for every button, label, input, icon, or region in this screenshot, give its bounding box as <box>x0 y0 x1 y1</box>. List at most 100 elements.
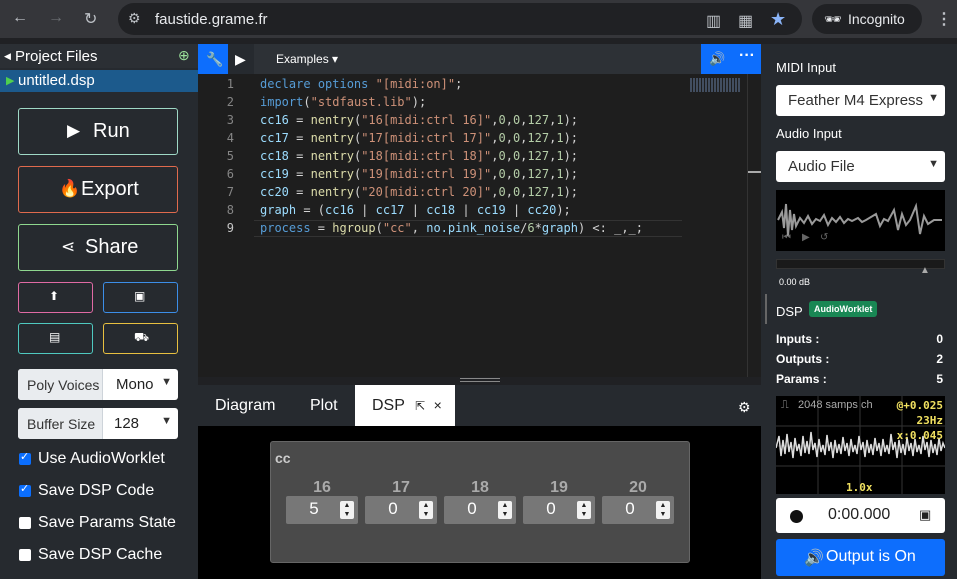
save-button[interactable]: ▣ <box>103 282 178 313</box>
editor-scrollbar[interactable] <box>747 74 761 377</box>
buffer-size-label: Buffer Size <box>18 408 103 439</box>
audioworklet-checkbox[interactable] <box>19 450 31 465</box>
splitter-handle[interactable] <box>460 378 500 382</box>
project-files-header[interactable]: ◀ Project Files ⊕ <box>0 44 198 68</box>
reader-icon[interactable]: ▥ <box>706 11 721 31</box>
code-line[interactable]: cc17 = nentry("17[midi:ctrl 17]",0,0,127… <box>260 131 578 145</box>
stepper-icon[interactable]: ▲ ▼ <box>340 501 354 519</box>
more-icon[interactable]: ··· <box>731 44 761 74</box>
gain-slider-handle-icon[interactable]: ▲ <box>920 265 930 276</box>
site-settings-icon[interactable]: ⚙ <box>128 10 141 27</box>
code-line[interactable]: graph = (cc16 | cc17 | cc18 | cc19 | cc2… <box>260 203 571 217</box>
audioworklet-label[interactable]: Use AudioWorklet <box>38 450 165 468</box>
address-bar[interactable]: ⚙ faustide.grame.fr ▥ ▦ ★ <box>118 3 802 35</box>
bookmark-star-icon[interactable]: ★ <box>770 9 786 30</box>
wrench-icon[interactable]: 🔧 <box>198 44 228 74</box>
play-icon: ▶ <box>67 121 81 140</box>
tab-diagram[interactable]: Diagram <box>215 397 275 415</box>
share-icon: ⋖ <box>61 237 76 256</box>
nentry-18[interactable]: 0 ▲ ▼ <box>444 496 516 524</box>
code-line[interactable]: process = hgroup("cc", no.pink_noise/6*g… <box>260 221 643 235</box>
stepper-icon[interactable]: ▲ ▼ <box>656 501 670 519</box>
pane-splitter[interactable] <box>198 377 761 385</box>
stepper-icon[interactable]: ▲ ▼ <box>498 501 512 519</box>
code-editor[interactable]: 1 2 3 4 5 6 7 8 9 declare options "[midi… <box>198 74 761 377</box>
line-number: 4 <box>226 131 234 145</box>
reload-icon[interactable]: ↻ <box>84 9 97 29</box>
nentry-label: 16 <box>313 479 331 496</box>
scope-mode-icon[interactable]: ⎍ <box>781 399 789 412</box>
save-dsp-code-checkbox[interactable] <box>19 482 31 497</box>
minimap[interactable] <box>690 78 740 92</box>
group-title: cc <box>275 450 291 466</box>
code-line[interactable]: cc16 = nentry("16[midi:ctrl 16]",0,0,127… <box>260 113 578 127</box>
new-file-icon[interactable]: ⊕ <box>178 47 190 64</box>
popout-icon[interactable]: ⇱ <box>415 399 425 413</box>
record-time: 0:00.000 <box>828 506 891 523</box>
poly-voices-select[interactable]: Poly Voices Mono ▼ <box>18 369 178 400</box>
skip-back-icon[interactable]: ⏮ <box>782 232 791 243</box>
code-line[interactable]: cc20 = nentry("20[midi:ctrl 20]",0,0,127… <box>260 185 578 199</box>
tab-plot[interactable]: Plot <box>310 397 338 415</box>
nentry-19[interactable]: 0 ▲ ▼ <box>523 496 595 524</box>
panel-resize-handle[interactable] <box>765 294 767 324</box>
export-button[interactable]: 🔥 Export <box>18 166 178 213</box>
scope-zoom[interactable]: 1.0x <box>846 481 873 494</box>
deploy-button[interactable]: ⛟ <box>103 323 178 354</box>
poly-voices-label: Poly Voices <box>18 369 103 400</box>
stepper-icon[interactable]: ▲ ▼ <box>577 501 591 519</box>
oscilloscope[interactable]: ⎍ 2048 samps ch @+0.025 23Hz x:0.045 1.0… <box>776 396 945 494</box>
play-icon[interactable]: ▶ <box>802 232 810 243</box>
incognito-indicator[interactable]: 🕶 Incognito <box>812 4 922 34</box>
save-params-checkbox[interactable] <box>19 517 31 529</box>
dsp-ui-view: cc 16 5 ▲ ▼ 17 0 ▲ ▼ 18 0 ▲ ▼ 19 0 ▲ ▼ 20 0 ▲ ▼ <box>198 426 761 579</box>
back-icon[interactable]: ← <box>12 9 28 27</box>
recorder: 0:00.000 ▣ <box>776 498 945 533</box>
run-button[interactable]: ▶ Run <box>18 108 178 155</box>
code-line[interactable]: declare options "[midi:on]"; <box>260 77 462 91</box>
upload-icon: ⬆ <box>49 289 60 303</box>
tab-dsp[interactable]: DSP ⇱ × <box>355 385 455 426</box>
record-icon[interactable] <box>790 510 803 523</box>
save-cache-checkbox[interactable] <box>19 549 31 561</box>
line-number: 9 <box>226 221 234 235</box>
save-params-label[interactable]: Save Params State <box>38 514 176 532</box>
docs-button[interactable]: ▤ <box>18 323 93 354</box>
line-number: 2 <box>226 95 234 109</box>
close-icon[interactable]: × <box>434 397 442 413</box>
midi-input-select[interactable]: Feather M4 Express ▼ <box>776 85 945 116</box>
nentry-16[interactable]: 5 ▲ ▼ <box>286 496 358 524</box>
share-button[interactable]: ⋖ Share <box>18 224 178 271</box>
upload-button[interactable]: ⬆ <box>18 282 93 313</box>
save-dsp-code-label[interactable]: Save DSP Code <box>38 482 154 500</box>
incognito-icon: 🕶 <box>824 11 842 27</box>
line-number: 1 <box>226 77 234 91</box>
outputs-row: Outputs :2 <box>776 352 943 366</box>
audio-input-select[interactable]: Audio File ▼ <box>776 151 945 182</box>
url-text[interactable]: faustide.grame.fr <box>155 11 268 28</box>
chevron-down-icon: ▼ <box>928 158 939 170</box>
file-item[interactable]: ▶ untitled.dsp <box>0 70 198 92</box>
speaker-icon[interactable]: 🔊 <box>701 44 731 74</box>
code-line[interactable]: cc18 = nentry("18[midi:ctrl 18]",0,0,127… <box>260 149 578 163</box>
fire-icon: 🔥 <box>59 179 81 198</box>
stepper-icon[interactable]: ▲ ▼ <box>419 501 433 519</box>
bottom-tabs: Diagram Plot DSP ⇱ × ⚙ <box>198 385 761 426</box>
code-line[interactable]: cc19 = nentry("19[midi:ctrl 19]",0,0,127… <box>260 167 578 181</box>
examples-dropdown[interactable]: Examples ▾ <box>276 52 338 66</box>
save-cache-label[interactable]: Save DSP Cache <box>38 546 162 564</box>
nentry-20[interactable]: 0 ▲ ▼ <box>602 496 674 524</box>
run-icon[interactable]: ▶ <box>228 44 254 74</box>
loop-icon[interactable]: ↺ <box>820 232 828 243</box>
code-line[interactable]: import("stdfaust.lib"); <box>260 95 426 109</box>
audio-file-waveform[interactable]: ⏮ ▶ ↺ <box>776 190 945 251</box>
nentry-17[interactable]: 0 ▲ ▼ <box>365 496 437 524</box>
save-icon[interactable]: ▣ <box>919 507 931 523</box>
gear-icon[interactable]: ⚙ <box>738 399 751 416</box>
qr-code-icon[interactable]: ▦ <box>738 11 753 31</box>
scope-offset: @+0.025 <box>896 399 943 412</box>
browser-menu-icon[interactable]: ⋮ <box>936 9 952 29</box>
output-toggle-button[interactable]: 🔊 Output is On <box>776 539 945 576</box>
forward-icon[interactable]: → <box>48 9 64 27</box>
buffer-size-select[interactable]: Buffer Size 128 ▼ <box>18 408 178 439</box>
